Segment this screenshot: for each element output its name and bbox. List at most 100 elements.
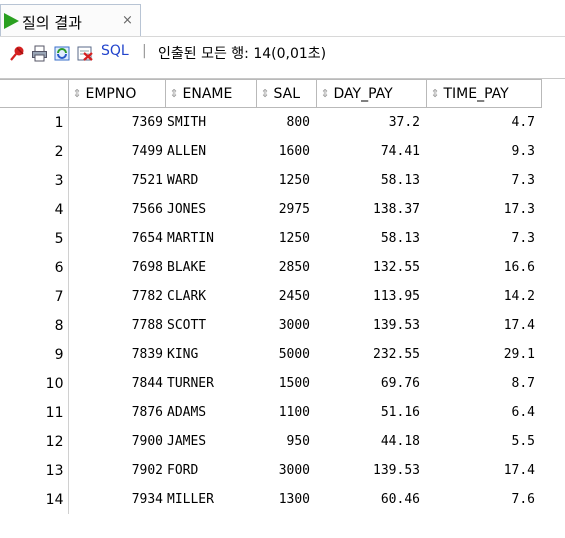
cell-empno[interactable]: 7782	[68, 282, 165, 311]
cell-sal[interactable]: 1250	[256, 166, 316, 195]
cell-sal[interactable]: 1300	[256, 485, 316, 514]
cell-day-pay[interactable]: 113.95	[316, 282, 426, 311]
cell-time-pay[interactable]: 17.4	[426, 311, 541, 340]
cell-sal[interactable]: 950	[256, 427, 316, 456]
cell-time-pay[interactable]: 4.7	[426, 108, 541, 138]
print-icon[interactable]	[31, 45, 48, 62]
cell-ename[interactable]: TURNER	[165, 369, 256, 398]
column-header-ename[interactable]: ⇕ ENAME	[164, 79, 257, 108]
column-header-sal[interactable]: ⇕ SAL	[255, 79, 317, 108]
table-row[interactable]: 13 7902 FORD 3000 139.53 17.4	[0, 456, 541, 485]
cell-day-pay[interactable]: 37.2	[316, 108, 426, 138]
cell-day-pay[interactable]: 69.76	[316, 369, 426, 398]
cell-sal[interactable]: 1100	[256, 398, 316, 427]
cell-empno[interactable]: 7839	[68, 340, 165, 369]
table-row[interactable]: 3 7521 WARD 1250 58.13 7.3	[0, 166, 541, 195]
cell-sal[interactable]: 3000	[256, 456, 316, 485]
cell-empno[interactable]: 7654	[68, 224, 165, 253]
table-row[interactable]: 10 7844 TURNER 1500 69.76 8.7	[0, 369, 541, 398]
cell-day-pay[interactable]: 58.13	[316, 224, 426, 253]
cell-ename[interactable]: BLAKE	[165, 253, 256, 282]
cell-sal[interactable]: 2450	[256, 282, 316, 311]
table-row[interactable]: 2 7499 ALLEN 1600 74.41 9.3	[0, 137, 541, 166]
column-header-empno[interactable]: ⇕ EMPNO	[67, 79, 166, 108]
close-icon[interactable]: ×	[122, 13, 133, 28]
cell-day-pay[interactable]: 138.37	[316, 195, 426, 224]
cell-sal[interactable]: 3000	[256, 311, 316, 340]
cell-sal[interactable]: 1600	[256, 137, 316, 166]
cell-day-pay[interactable]: 139.53	[316, 456, 426, 485]
cell-time-pay[interactable]: 29.1	[426, 340, 541, 369]
table-row[interactable]: 8 7788 SCOTT 3000 139.53 17.4	[0, 311, 541, 340]
cell-ename[interactable]: CLARK	[165, 282, 256, 311]
cell-day-pay[interactable]: 139.53	[316, 311, 426, 340]
export-icon[interactable]	[77, 45, 94, 62]
cell-time-pay[interactable]: 8.7	[426, 369, 541, 398]
cell-sal[interactable]: 1250	[256, 224, 316, 253]
cell-day-pay[interactable]: 74.41	[316, 137, 426, 166]
cell-time-pay[interactable]: 7.3	[426, 166, 541, 195]
table-row[interactable]: 7 7782 CLARK 2450 113.95 14.2	[0, 282, 541, 311]
cell-day-pay[interactable]: 60.46	[316, 485, 426, 514]
cell-day-pay[interactable]: 44.18	[316, 427, 426, 456]
cell-day-pay[interactable]: 51.16	[316, 398, 426, 427]
cell-empno[interactable]: 7902	[68, 456, 165, 485]
cell-ename[interactable]: SMITH	[165, 108, 256, 138]
cell-sal[interactable]: 2975	[256, 195, 316, 224]
cell-ename[interactable]: WARD	[165, 166, 256, 195]
column-header-time-pay[interactable]: ⇕ TIME_PAY	[425, 79, 542, 108]
table-row[interactable]: 11 7876 ADAMS 1100 51.16 6.4	[0, 398, 541, 427]
cell-empno[interactable]: 7844	[68, 369, 165, 398]
table-row[interactable]: 4 7566 JONES 2975 138.37 17.3	[0, 195, 541, 224]
sql-link[interactable]: SQL	[101, 43, 129, 59]
cell-sal[interactable]: 2850	[256, 253, 316, 282]
cell-time-pay[interactable]: 14.2	[426, 282, 541, 311]
table-row[interactable]: 5 7654 MARTIN 1250 58.13 7.3	[0, 224, 541, 253]
cell-ename[interactable]: ALLEN	[165, 137, 256, 166]
table-row[interactable]: 12 7900 JAMES 950 44.18 5.5	[0, 427, 541, 456]
cell-empno[interactable]: 7521	[68, 166, 165, 195]
pin-icon[interactable]	[9, 45, 26, 62]
cell-empno[interactable]: 7566	[68, 195, 165, 224]
table-row[interactable]: 6 7698 BLAKE 2850 132.55 16.6	[0, 253, 541, 282]
cell-ename[interactable]: MARTIN	[165, 224, 256, 253]
cell-ename[interactable]: SCOTT	[165, 311, 256, 340]
cell-time-pay[interactable]: 17.4	[426, 456, 541, 485]
cell-day-pay[interactable]: 132.55	[316, 253, 426, 282]
cell-ename[interactable]: ADAMS	[165, 398, 256, 427]
row-number: 5	[0, 224, 69, 253]
table-row[interactable]: 1 7369 SMITH 800 37.2 4.7	[0, 107, 541, 138]
table-row[interactable]: 14 7934 MILLER 1300 60.46 7.6	[0, 485, 541, 514]
table-body: 1 7369 SMITH 800 37.2 4.7 2 7499 ALLEN 1600 74.41 9…	[0, 107, 541, 514]
cell-time-pay[interactable]: 9.3	[426, 137, 541, 166]
cell-ename[interactable]: JAMES	[165, 427, 256, 456]
cell-sal[interactable]: 5000	[256, 340, 316, 369]
cell-day-pay[interactable]: 232.55	[316, 340, 426, 369]
cell-ename[interactable]: MILLER	[165, 485, 256, 514]
cell-ename[interactable]: KING	[165, 340, 256, 369]
refresh-sql-icon[interactable]	[54, 45, 71, 62]
tab-query-result-label: 질의 결과	[22, 14, 82, 32]
cell-empno[interactable]: 7900	[68, 427, 165, 456]
table-row[interactable]: 9 7839 KING 5000 232.55 29.1	[0, 340, 541, 369]
cell-sal[interactable]: 1500	[256, 369, 316, 398]
column-header-day-pay[interactable]: ⇕ DAY_PAY	[315, 79, 427, 108]
cell-time-pay[interactable]: 7.3	[426, 224, 541, 253]
cell-empno[interactable]: 7499	[68, 137, 165, 166]
cell-sal[interactable]: 800	[256, 108, 316, 138]
cell-time-pay[interactable]: 16.6	[426, 253, 541, 282]
cell-time-pay[interactable]: 17.3	[426, 195, 541, 224]
cell-time-pay[interactable]: 5.5	[426, 427, 541, 456]
cell-empno[interactable]: 7934	[68, 485, 165, 514]
cell-empno[interactable]: 7369	[68, 108, 165, 138]
cell-empno[interactable]: 7876	[68, 398, 165, 427]
cell-time-pay[interactable]: 7.6	[426, 485, 541, 514]
cell-time-pay[interactable]: 6.4	[426, 398, 541, 427]
cell-empno[interactable]: 7698	[68, 253, 165, 282]
cell-empno[interactable]: 7788	[68, 311, 165, 340]
cell-ename[interactable]: JONES	[165, 195, 256, 224]
tab-query-result[interactable]: 질의 결과 ×	[0, 4, 141, 36]
cell-day-pay[interactable]: 58.13	[316, 166, 426, 195]
row-number: 11	[0, 398, 69, 427]
cell-ename[interactable]: FORD	[165, 456, 256, 485]
